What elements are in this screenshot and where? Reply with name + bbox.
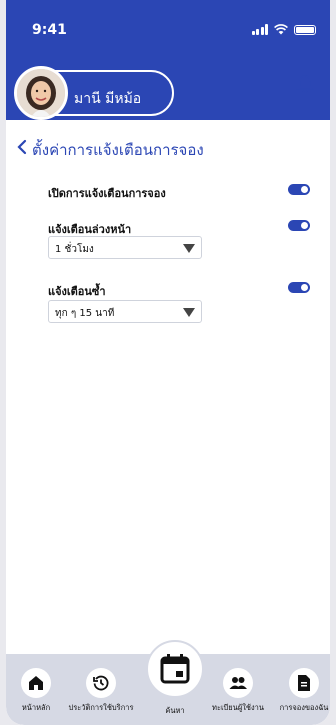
status-bar: 9:41 (6, 0, 330, 48)
nav-history[interactable]: ประวัติการใช้บริการ (62, 668, 140, 714)
repeat-notice-label: แจ้งเตือนซ้ำ (48, 285, 106, 298)
advance-notice-value: 1 ชั่วโมง (55, 244, 94, 255)
nav-home[interactable]: หน้าหลัก (10, 668, 62, 714)
avatar[interactable] (14, 66, 68, 120)
bell-icon[interactable] (296, 74, 314, 94)
caret-down-icon (183, 244, 195, 253)
repeat-notice-toggle[interactable] (288, 282, 310, 293)
repeat-notice-value: ทุก ๆ 15 นาที (55, 308, 115, 319)
nav-my-bookings[interactable]: การจองของฉัน (274, 668, 330, 714)
phone-screen: 9:41 มานี มีหม้อ ตั้งค่าการแจ้งเตือนการจ… (6, 0, 330, 725)
nav-search[interactable] (146, 640, 204, 698)
nav-register[interactable]: ทะเบียนผู้ใช้งาน (204, 668, 272, 714)
status-icons (251, 24, 316, 35)
enable-notifications-toggle[interactable] (288, 184, 310, 195)
nav-history-label: ประวัติการใช้บริการ (68, 703, 134, 712)
wifi-icon (274, 24, 288, 35)
history-icon (86, 668, 116, 698)
nav-my-bookings-label: การจองของฉัน (279, 703, 329, 712)
battery-icon (294, 25, 316, 35)
calendar-icon (160, 654, 190, 684)
document-icon (289, 668, 319, 698)
avatar-photo (17, 69, 65, 117)
profile-name[interactable]: มานี มีหม้อ (74, 88, 141, 110)
status-time: 9:41 (32, 22, 67, 38)
back-chevron-icon[interactable] (16, 138, 28, 156)
advance-notice-select[interactable]: 1 ชั่วโมง (48, 236, 202, 259)
page-title: ตั้งค่าการแจ้งเตือนการจอง (32, 141, 204, 159)
home-icon (21, 668, 51, 698)
users-icon (223, 668, 253, 698)
page-header: ตั้งค่าการแจ้งเตือนการจอง (6, 136, 330, 160)
nav-register-label: ทะเบียนผู้ใช้งาน (212, 703, 264, 712)
nav-search-label: ค้นหา (165, 706, 185, 715)
repeat-notice-select[interactable]: ทุก ๆ 15 นาที (48, 300, 202, 323)
enable-notifications-label: เปิดการแจ้งเตือนการจอง (48, 187, 166, 200)
signal-icon (251, 24, 268, 35)
caret-down-icon (183, 308, 195, 317)
advance-notice-toggle[interactable] (288, 220, 310, 231)
nav-home-label: หน้าหลัก (21, 703, 51, 712)
